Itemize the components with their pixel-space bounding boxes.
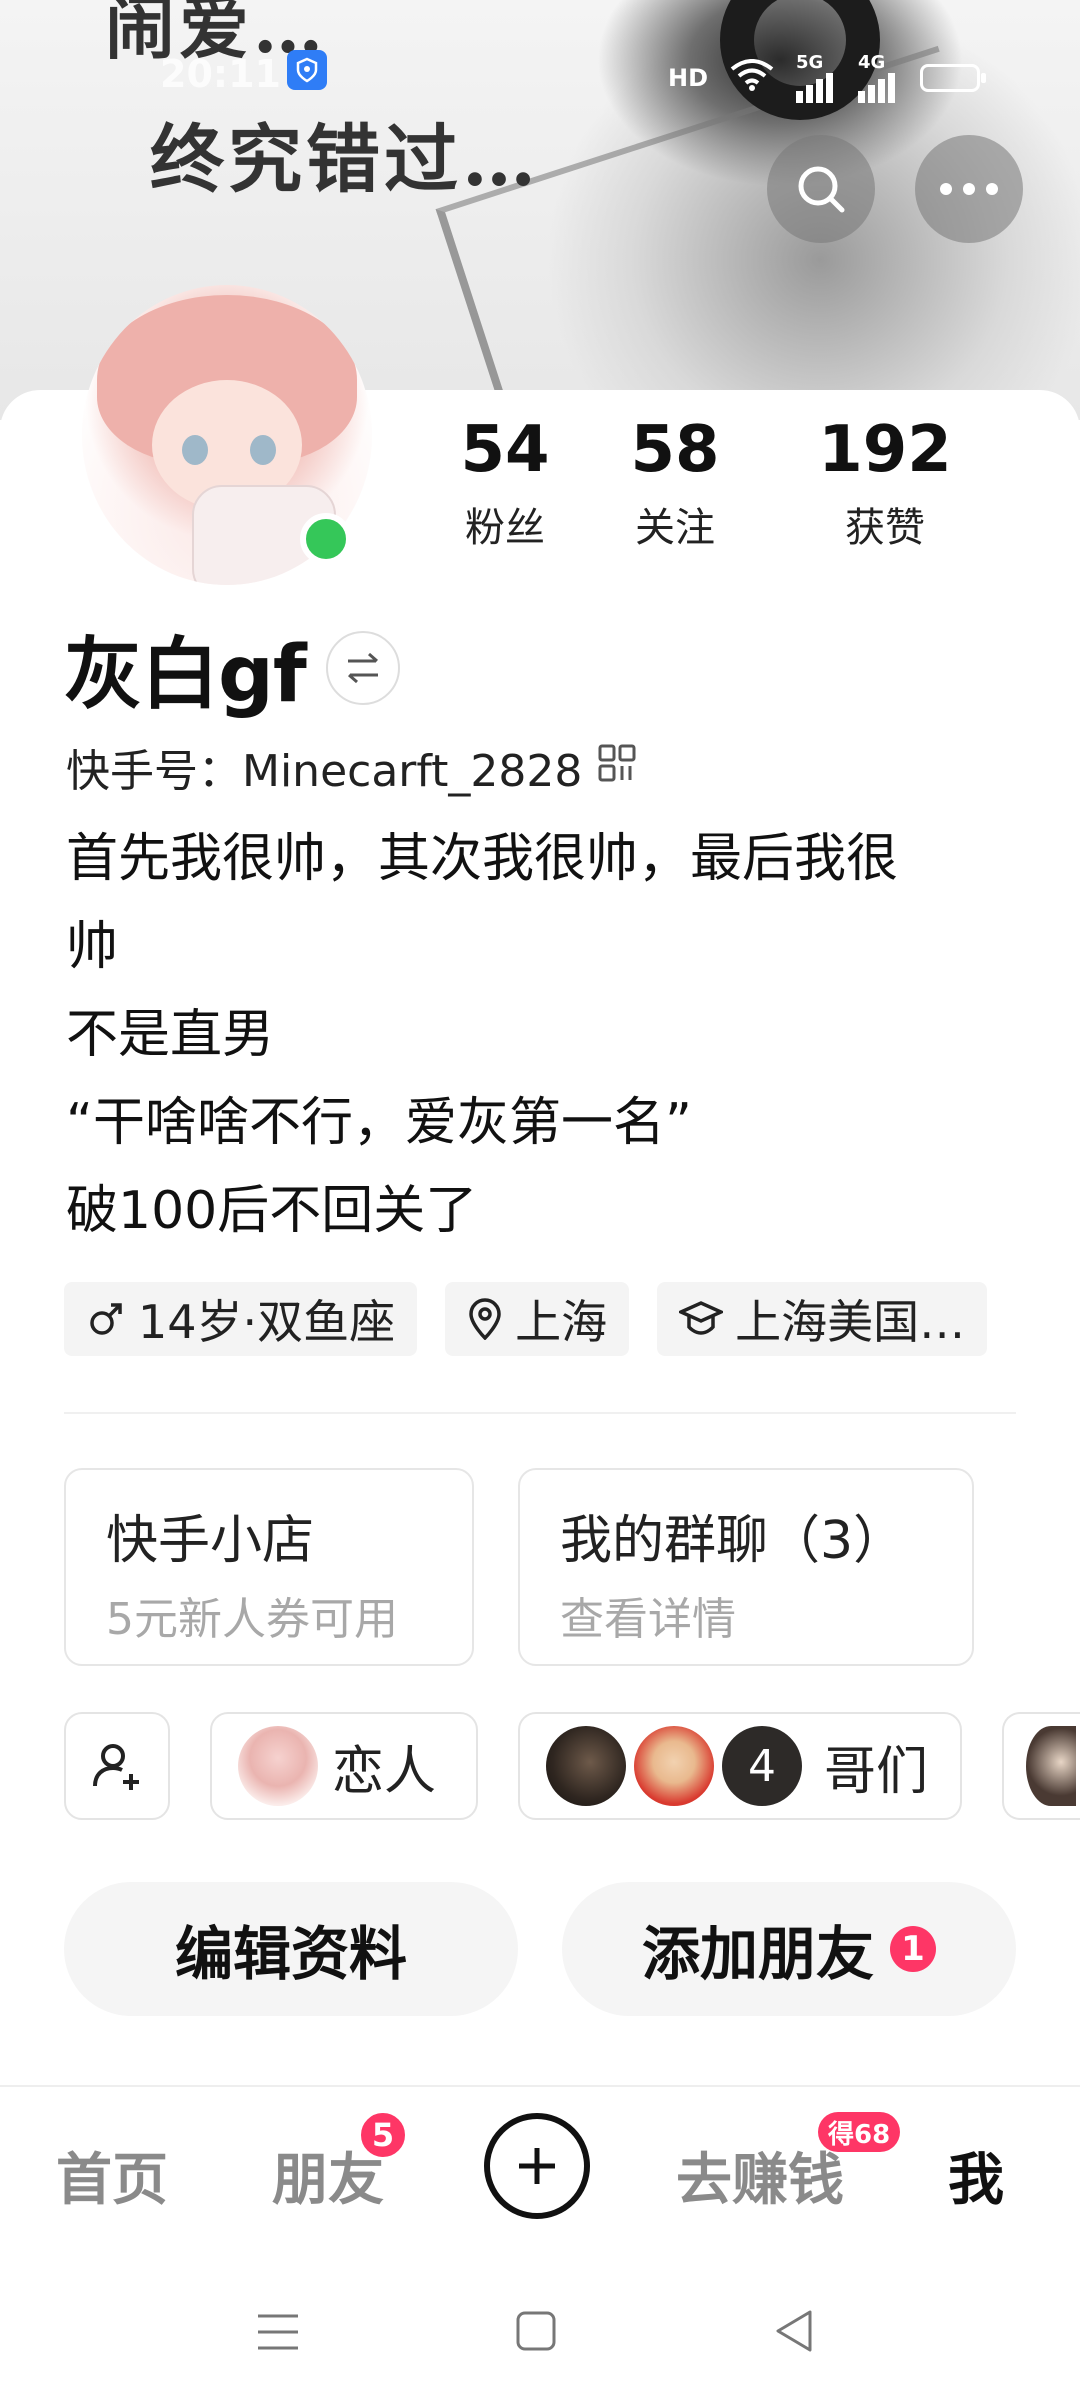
shop-subtitle: 5元新人券可用 xyxy=(106,1594,398,1645)
4g-signal-icon: 4G xyxy=(858,52,898,103)
cover-text-line2: 终究错过… xyxy=(150,117,540,203)
wifi-icon xyxy=(730,58,774,97)
more-icon xyxy=(940,183,998,195)
bro-avatar xyxy=(546,1726,626,1806)
tab-earn[interactable]: 去赚钱 xyxy=(676,2135,844,2216)
tag-age-zodiac[interactable]: 14岁·双鱼座 xyxy=(64,1282,418,1356)
hd-icon: HD xyxy=(667,63,708,92)
stat-fans[interactable]: 54 粉丝 xyxy=(440,415,570,553)
profile-bio: 首先我很帅，其次我很帅，最后我很 帅 不是直男 “干啥啥不行，爱灰第一名” 破1… xyxy=(66,815,1016,1255)
shop-title: 快手小店 xyxy=(106,1511,315,1571)
add-person-icon xyxy=(93,1744,139,1790)
location-icon xyxy=(469,1298,501,1340)
name-row: 灰白gf xyxy=(64,612,400,724)
kuaishou-id: 快手号：Minecarft_2828 xyxy=(66,746,583,797)
shield-icon xyxy=(287,50,327,90)
stat-following-value: 58 xyxy=(630,413,720,487)
group-chat-card[interactable]: 我的群聊（3） 查看详情 xyxy=(518,1468,974,1666)
tag-age-zodiac-text: 14岁·双鱼座 xyxy=(138,1295,396,1349)
stat-following-label: 关注 xyxy=(635,505,715,551)
plus-icon xyxy=(519,2148,555,2184)
home-square-icon[interactable] xyxy=(515,2310,557,2352)
status-bar: 20:11 HD 5G 4G xyxy=(0,50,1080,103)
online-status-dot xyxy=(300,513,352,565)
stat-likes-value: 192 xyxy=(818,413,952,487)
add-friend-button[interactable]: 添加朋友 1 xyxy=(562,1882,1016,2016)
tag-school[interactable]: 上海美国… xyxy=(657,1282,988,1356)
chip-bros[interactable]: 4 哥们 xyxy=(518,1712,962,1820)
male-icon xyxy=(90,1303,122,1335)
more-button[interactable] xyxy=(915,135,1023,243)
chip-bros-label: 哥们 xyxy=(824,1741,929,1802)
edit-profile-button[interactable]: 编辑资料 xyxy=(64,1882,518,2016)
divider xyxy=(64,1412,1016,1414)
relationship-chips: 恋人 4 哥们 xyxy=(64,1712,1080,1820)
earn-badge: 得68 xyxy=(818,2112,901,2152)
bro-avatar xyxy=(634,1726,714,1806)
profile-name: 灰白gf xyxy=(64,630,307,720)
feature-cards: 快手小店 5元新人券可用 我的群聊（3） 查看详情 xyxy=(64,1468,974,1666)
profile-stats: 54 粉丝 58 关注 192 获赞 xyxy=(440,415,1000,553)
search-icon xyxy=(798,166,845,213)
bio-line: 首先我很帅，其次我很帅，最后我很 xyxy=(66,829,899,889)
stat-following[interactable]: 58 关注 xyxy=(570,415,780,553)
profile-actions: 编辑资料 添加朋友 1 xyxy=(64,1882,1016,2016)
chip-next[interactable] xyxy=(1002,1712,1080,1820)
add-friend-badge: 1 xyxy=(890,1926,936,1972)
search-button[interactable] xyxy=(767,135,875,243)
tab-me[interactable]: 我 xyxy=(948,2135,1004,2216)
stat-fans-value: 54 xyxy=(460,413,550,487)
bro-count: 4 xyxy=(722,1726,802,1806)
group-chat-subtitle: 查看详情 xyxy=(560,1594,736,1645)
bio-line: 不是直男 xyxy=(66,1005,275,1065)
bio-line: “干啥啥不行，爱灰第一名” xyxy=(66,1093,692,1153)
kuaishou-id-row[interactable]: 快手号：Minecarft_2828 xyxy=(66,735,636,799)
group-chat-title: 我的群聊（3） xyxy=(560,1511,906,1571)
back-icon[interactable] xyxy=(772,2308,814,2354)
stat-fans-label: 粉丝 xyxy=(465,505,545,551)
battery-icon xyxy=(920,63,986,92)
kuaishou-shop-card[interactable]: 快手小店 5元新人券可用 xyxy=(64,1468,474,1666)
profile-tags: 14岁·双鱼座 上海 上海美国… xyxy=(64,1282,988,1356)
friends-badge: 5 xyxy=(358,2110,408,2160)
school-icon xyxy=(679,1301,724,1335)
tag-location[interactable]: 上海 xyxy=(445,1282,630,1356)
system-nav-bar xyxy=(0,2260,1080,2400)
menu-icon[interactable] xyxy=(256,2312,300,2352)
status-icons: HD 5G 4G xyxy=(667,52,986,103)
chip-lover-label: 恋人 xyxy=(332,1741,437,1802)
5g-signal-icon: 5G xyxy=(796,52,836,103)
tag-school-text: 上海美国… xyxy=(735,1295,966,1349)
add-friend-label: 添加朋友 xyxy=(641,1920,874,1988)
create-button[interactable] xyxy=(484,2113,590,2219)
stat-likes[interactable]: 192 获赞 xyxy=(780,415,990,553)
next-chip-avatar xyxy=(1026,1726,1076,1806)
add-relation-button[interactable] xyxy=(64,1712,170,1820)
lover-avatar xyxy=(238,1726,318,1806)
tag-location-text: 上海 xyxy=(515,1295,608,1349)
bio-line: 破100后不回关了 xyxy=(66,1181,478,1241)
chip-lover[interactable]: 恋人 xyxy=(210,1712,478,1820)
bio-line: 帅 xyxy=(66,917,119,977)
switch-account-button[interactable] xyxy=(325,631,400,705)
swap-icon xyxy=(347,652,378,684)
stat-likes-label: 获赞 xyxy=(845,505,925,551)
status-time: 20:11 xyxy=(160,52,281,96)
qr-code-icon[interactable] xyxy=(598,742,636,793)
tab-home[interactable]: 首页 xyxy=(56,2135,168,2216)
